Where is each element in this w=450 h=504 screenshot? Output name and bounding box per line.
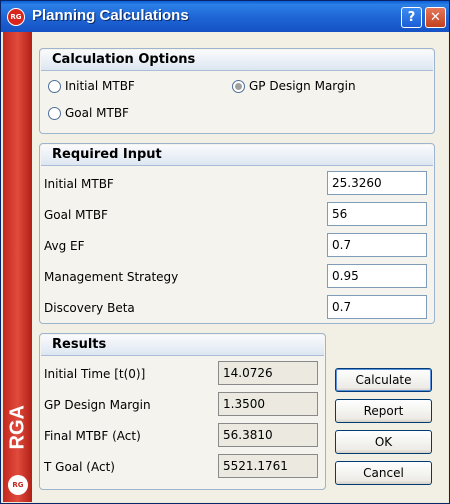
initial-mtbf-label: Initial MTBF <box>44 177 114 191</box>
help-button[interactable]: ? <box>401 7 422 28</box>
avg-ef-input[interactable]: 0.7 <box>327 233 427 257</box>
initial-mtbf-input[interactable]: 25.3260 <box>327 171 427 195</box>
avg-ef-label: Avg EF <box>44 239 85 253</box>
calculation-options-header: Calculation Options <box>41 50 433 71</box>
ok-button[interactable]: OK <box>335 430 432 454</box>
close-button[interactable]: ✕ <box>425 7 446 28</box>
cancel-button[interactable]: Cancel <box>335 461 432 485</box>
rga-brand-text: RGA <box>6 405 29 450</box>
radio-button[interactable] <box>48 106 61 120</box>
results-header: Results <box>41 335 324 356</box>
required-input-panel: Required Input Initial MTBF 25.3260 Goal… <box>39 143 435 324</box>
radio-button[interactable] <box>48 79 61 93</box>
management-strategy-label: Management Strategy <box>44 270 179 284</box>
radio-label: Goal MTBF <box>65 106 129 120</box>
radio-button-selected[interactable] <box>232 79 245 93</box>
radio-initial-mtbf[interactable]: Initial MTBF <box>48 79 135 93</box>
discovery-beta-label: Discovery Beta <box>44 301 135 315</box>
discovery-beta-input[interactable]: 0.7 <box>327 295 427 319</box>
calculation-options-panel: Calculation Options Initial MTBF GP Desi… <box>39 48 435 134</box>
report-button[interactable]: Report <box>335 399 432 423</box>
dialog-content: Calculation Options Initial MTBF GP Desi… <box>32 32 448 502</box>
calculate-button[interactable]: Calculate <box>335 368 432 392</box>
radio-gp-design-margin[interactable]: GP Design Margin <box>232 79 356 93</box>
radio-label: GP Design Margin <box>249 79 356 93</box>
t-goal-label: T Goal (Act) <box>44 460 115 474</box>
rga-sidebar: RGA RG <box>3 32 32 502</box>
radio-goal-mtbf[interactable]: Goal MTBF <box>48 106 129 120</box>
required-input-header: Required Input <box>41 145 433 166</box>
radio-label: Initial MTBF <box>65 79 135 93</box>
window-title: Planning Calculations <box>32 7 189 24</box>
planning-calculations-window: RG Planning Calculations ? ✕ RGA RG Calc… <box>0 0 450 504</box>
title-bar[interactable]: RG Planning Calculations ? ✕ <box>1 1 449 32</box>
management-strategy-input[interactable]: 0.95 <box>327 264 427 288</box>
final-mtbf-value: 56.3810 <box>218 423 318 447</box>
t-goal-value: 5521.1761 <box>218 454 318 478</box>
gp-design-margin-label: GP Design Margin <box>44 398 151 412</box>
results-panel: Results Initial Time [t(0)] 14.0726 GP D… <box>39 333 326 490</box>
final-mtbf-label: Final MTBF (Act) <box>44 429 141 443</box>
initial-time-label: Initial Time [t(0)] <box>44 367 146 381</box>
goal-mtbf-input[interactable]: 56 <box>327 202 427 226</box>
initial-time-value: 14.0726 <box>218 361 318 385</box>
app-logo-icon: RG <box>7 8 25 26</box>
rg-logo-icon: RG <box>8 475 28 495</box>
goal-mtbf-label: Goal MTBF <box>44 208 108 222</box>
gp-design-margin-value: 1.3500 <box>218 392 318 416</box>
